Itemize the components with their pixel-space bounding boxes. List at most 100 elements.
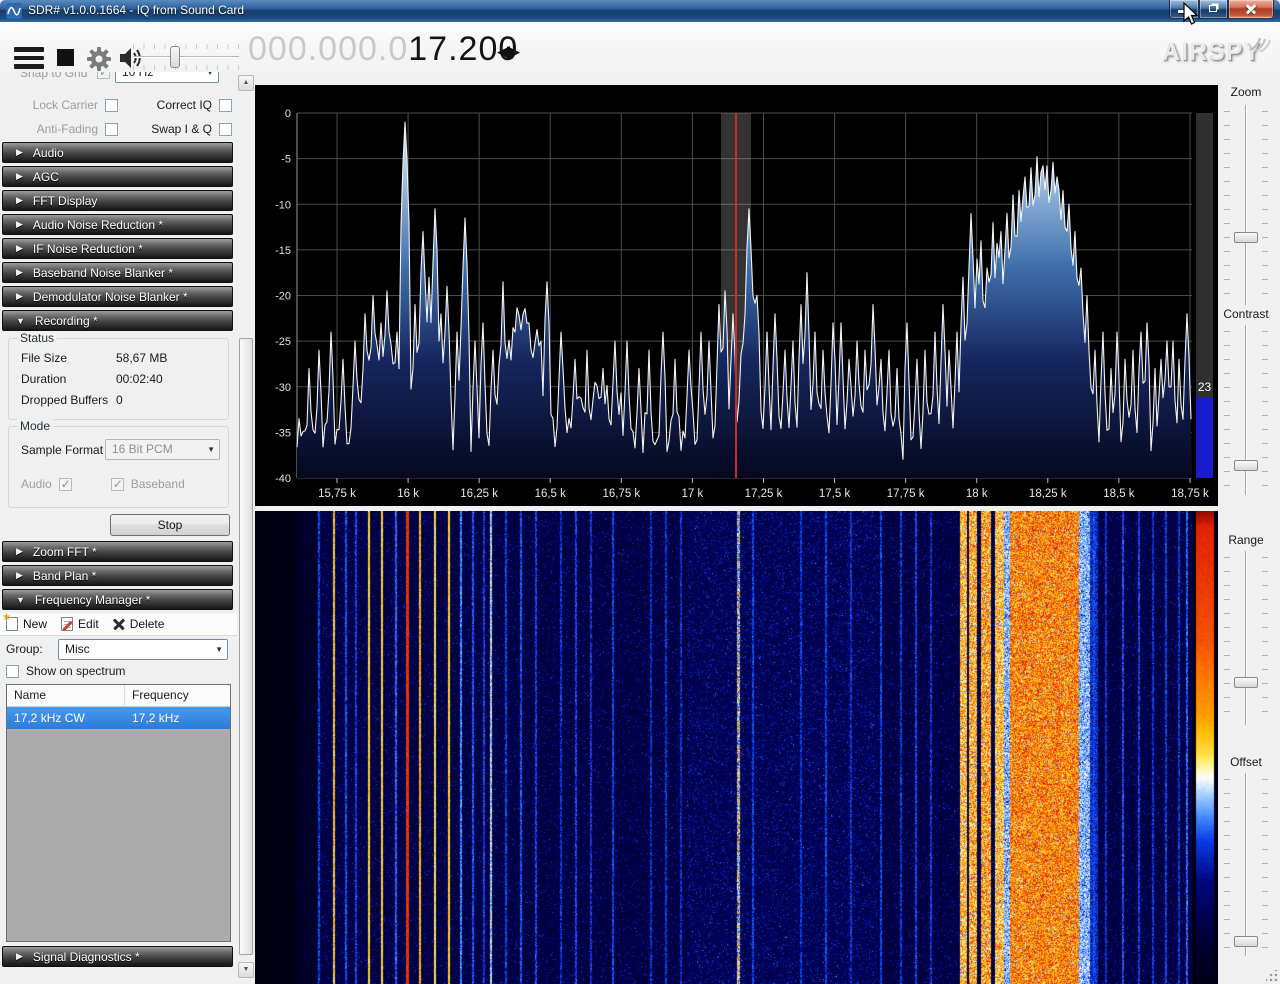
chevron-right-icon: ▶ bbox=[16, 171, 23, 182]
column-header: Name bbox=[7, 685, 125, 706]
audio-checkbox[interactable] bbox=[59, 478, 72, 491]
stop-recording-button[interactable]: Stop bbox=[110, 514, 230, 536]
chevron-right-icon: ▶ bbox=[16, 291, 23, 302]
panel-audio-noise-reduction[interactable]: ▶Audio Noise Reduction * bbox=[2, 214, 233, 235]
baseband-checkbox[interactable] bbox=[111, 478, 124, 491]
mode-checkbox-row: AudioBaseband bbox=[21, 477, 220, 491]
show-on-spectrum-label: Show on spectrum bbox=[26, 664, 125, 678]
show-on-spectrum-checkbox[interactable] bbox=[6, 665, 19, 678]
frequency-table: NameFrequency17,2 kHz CW17,2 kHz bbox=[6, 684, 231, 942]
chevron-right-icon: ▶ bbox=[16, 267, 23, 278]
offset-slider-thumb[interactable] bbox=[1234, 936, 1258, 947]
frequency-table-header[interactable]: NameFrequency bbox=[7, 685, 230, 707]
sample-format-dropdown[interactable]: 16 Bit PCM▼ bbox=[105, 439, 220, 460]
lock-carrier-checkbox[interactable] bbox=[105, 99, 118, 112]
panel-baseband-noise-blanker[interactable]: ▶ Baseband Noise Blanker * bbox=[2, 262, 233, 283]
minimize-icon bbox=[1178, 10, 1190, 13]
stop-playback-button[interactable] bbox=[57, 49, 74, 66]
swap-iq-checkbox[interactable] bbox=[219, 123, 232, 136]
x-axis-label: 17,5 k bbox=[819, 488, 851, 500]
zoom-slider-thumb[interactable] bbox=[1234, 232, 1258, 243]
correct-iq-checkbox[interactable] bbox=[219, 99, 232, 112]
x-axis-label: 16,25 k bbox=[460, 488, 498, 500]
fft-spectrum-display[interactable]: 230-5-10-15-20-25-30-35-4015,75 k16 k16,… bbox=[255, 85, 1218, 506]
new-entry-button[interactable]: ★New bbox=[6, 617, 47, 631]
panel-audio[interactable]: ▶Audio bbox=[2, 142, 233, 163]
chevron-right-icon: ▶ bbox=[16, 219, 23, 230]
frequency-leading-zeros: 000.000.0 bbox=[248, 30, 408, 68]
panel-zoom-fft[interactable]: ▶Zoom FFT * bbox=[2, 541, 233, 562]
contrast-slider-thumb[interactable] bbox=[1234, 460, 1258, 471]
y-axis-label: -25 bbox=[275, 336, 291, 348]
panel-band-plan-label: Band Plan * bbox=[33, 569, 96, 583]
panel-if-noise-reduction[interactable]: ▶IF Noise Reduction * bbox=[2, 238, 233, 259]
contrast-slider[interactable] bbox=[1224, 325, 1268, 495]
column-header: Frequency bbox=[125, 685, 189, 706]
panel-signal-diagnostics[interactable]: ▶Signal Diagnostics * bbox=[2, 946, 233, 967]
window-resize-grip[interactable] bbox=[1266, 970, 1279, 983]
delete-entry-button[interactable]: Delete bbox=[113, 617, 165, 631]
status-row: File Size58,67 MB bbox=[21, 351, 220, 365]
y-axis-label: -40 bbox=[275, 473, 291, 485]
scroll-down-button[interactable]: ▼ bbox=[238, 962, 254, 978]
anti-fading-checkbox[interactable] bbox=[105, 123, 118, 136]
edit-page-icon bbox=[61, 617, 73, 631]
group-row: Group:Misc▼ bbox=[6, 639, 231, 660]
slider-ticks-left bbox=[1224, 557, 1230, 719]
offset-slider[interactable] bbox=[1224, 773, 1268, 956]
settings-gear-icon[interactable] bbox=[86, 46, 112, 72]
panel-agc[interactable]: ▶ AGC bbox=[2, 166, 233, 187]
panel-demodulator-noise-blanker[interactable]: ▶Demodulator Noise Blanker * bbox=[2, 286, 233, 307]
volume-thumb[interactable] bbox=[170, 46, 180, 68]
panel-fft-display[interactable]: ▶FFT Display bbox=[2, 190, 233, 211]
x-axis-label: 16,5 k bbox=[535, 488, 567, 500]
panel-agc-label: AGC bbox=[33, 170, 59, 184]
slider-track bbox=[1245, 551, 1247, 725]
status-row-value: 58,67 MB bbox=[116, 351, 167, 365]
group-dropdown[interactable]: Misc▼ bbox=[58, 639, 228, 660]
frequency-step-arrows[interactable]: ◀▶ bbox=[497, 42, 517, 62]
close-button[interactable] bbox=[1228, 0, 1274, 19]
x-axis-label: 17,75 k bbox=[887, 488, 925, 500]
mode-group-title: Mode bbox=[17, 419, 53, 433]
x-axis-label: 18,25 k bbox=[1029, 488, 1067, 500]
scroll-up-button[interactable]: ▲ bbox=[238, 75, 254, 91]
y-axis-label: -35 bbox=[275, 427, 291, 439]
panel-baseband-noise-blanker-label: Baseband Noise Blanker * bbox=[33, 266, 173, 280]
display-settings-panel: ZoomContrastRangeOffset bbox=[1218, 85, 1280, 984]
y-axis-label: -10 bbox=[275, 199, 291, 211]
panel-recording-label: Recording * bbox=[35, 314, 98, 328]
panel-signal-diagnostics-label: Signal Diagnostics * bbox=[33, 950, 140, 964]
slider-label-range: Range bbox=[1218, 533, 1274, 547]
range-slider-thumb[interactable] bbox=[1234, 677, 1258, 688]
slider-ticks-left bbox=[1224, 331, 1230, 489]
sidebar-scrollbar[interactable]: ▲ ▼ bbox=[238, 75, 254, 978]
scrollbar-thumb[interactable] bbox=[239, 338, 253, 955]
panel-band-plan[interactable]: ▶Band Plan * bbox=[2, 565, 233, 586]
waterfall-canvas bbox=[255, 511, 1218, 984]
zoom-slider[interactable] bbox=[1224, 105, 1268, 305]
delete-button-label: Delete bbox=[130, 617, 165, 631]
volume-slider[interactable] bbox=[133, 44, 239, 70]
new-button-label: New bbox=[23, 617, 47, 631]
status-row: Duration00:02:40 bbox=[21, 372, 220, 386]
minimize-button[interactable] bbox=[1169, 0, 1199, 19]
frequency-display[interactable]: 000.000.017.200 bbox=[248, 30, 518, 69]
panel-recording[interactable]: ▼Recording * bbox=[2, 310, 233, 331]
status-row-label: Dropped Buffers bbox=[21, 393, 108, 407]
restore-button[interactable] bbox=[1199, 0, 1228, 19]
window-title: SDR# v1.0.0.1664 - IQ from Sound Card bbox=[28, 3, 244, 17]
anti-fading-label: Anti-Fading bbox=[37, 122, 98, 136]
menu-button[interactable] bbox=[14, 47, 44, 69]
waterfall-display[interactable] bbox=[255, 511, 1218, 984]
edit-entry-button[interactable]: Edit bbox=[61, 617, 99, 631]
volume-ticks-bottom bbox=[133, 65, 239, 70]
status-row-value: 00:02:40 bbox=[116, 372, 163, 386]
table-row[interactable]: 17,2 kHz CW17,2 kHz bbox=[7, 707, 230, 729]
y-axis-label: -15 bbox=[275, 245, 291, 257]
slider-track bbox=[1245, 105, 1247, 305]
panel-frequency-manager[interactable]: ▼Frequency Manager * bbox=[2, 589, 233, 610]
range-slider[interactable] bbox=[1224, 551, 1268, 725]
y-axis-label: -20 bbox=[275, 291, 291, 303]
airspy-logo-waves bbox=[1248, 30, 1274, 52]
